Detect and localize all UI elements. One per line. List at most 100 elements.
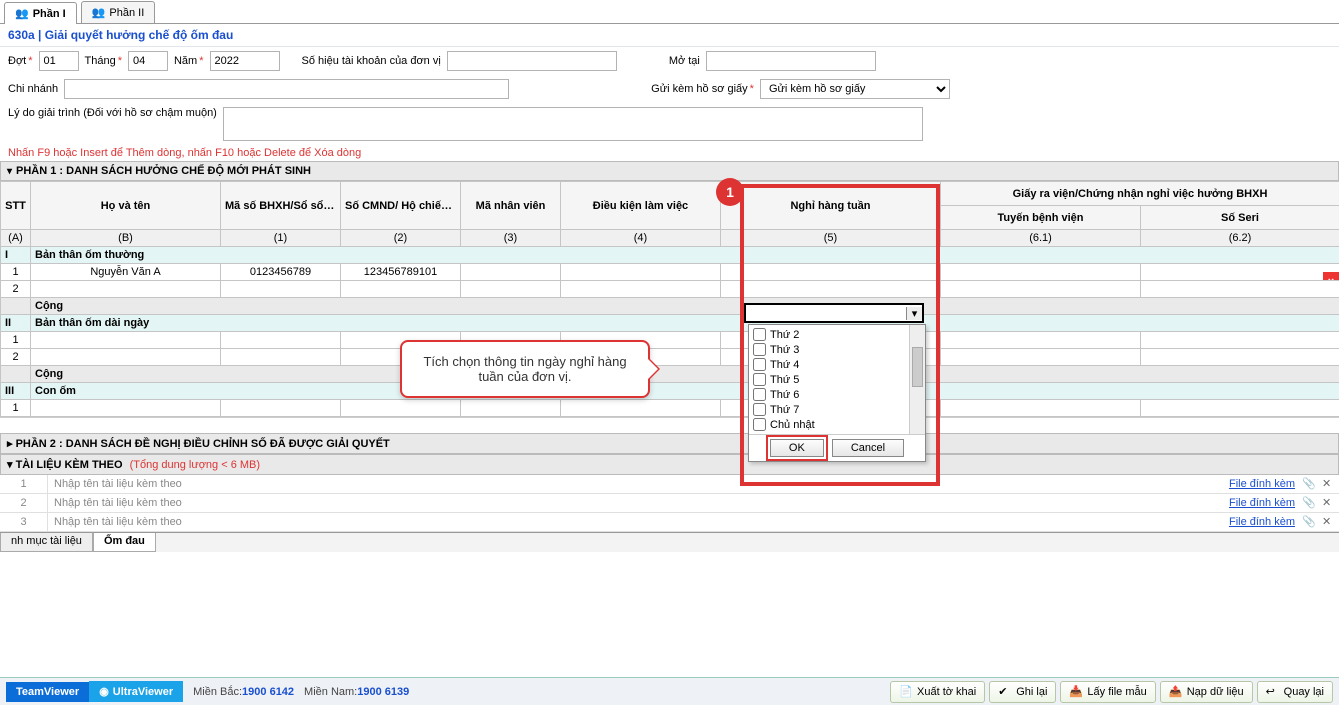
sohieu-input[interactable]	[447, 51, 617, 71]
cell-tuyenbv[interactable]	[941, 264, 1141, 281]
weekday-checkbox[interactable]	[753, 418, 766, 431]
group-2-label: Bản thân ốm dài ngày	[31, 315, 1339, 332]
delete-row-button[interactable]: ×	[1323, 272, 1339, 281]
save-icon: ✔	[998, 685, 1012, 699]
weekday-option[interactable]: Thứ 3	[751, 342, 923, 357]
save-label: Ghi lại	[1016, 686, 1047, 698]
save-button[interactable]: ✔ Ghi lại	[989, 681, 1056, 703]
attachment-row[interactable]: 2 Nhập tên tài liệu kèm theo File đính k…	[0, 494, 1339, 513]
top-tab-bar: 👥 Phần I 👥 Phần II	[0, 0, 1339, 24]
section-1-header[interactable]: PHẦN 1 : DANH SÁCH HƯỞNG CHẾ ĐỘ MỚI PHÁT…	[0, 161, 1339, 181]
chinhanh-input[interactable]	[64, 79, 509, 99]
motai-input[interactable]	[706, 51, 876, 71]
col-dklv[interactable]: Điều kiện làm việc	[561, 182, 721, 230]
weekday-checkbox[interactable]	[753, 358, 766, 371]
dropdown-cancel-button[interactable]: Cancel	[832, 439, 904, 457]
cell-name[interactable]: Nguyễn Văn A	[31, 264, 221, 281]
template-button[interactable]: 📥Lấy file mẫu	[1060, 681, 1155, 703]
weekday-option[interactable]: Chủ nhật	[751, 417, 923, 432]
weekday-checkbox[interactable]	[753, 328, 766, 341]
weekday-option[interactable]: Thứ 2	[751, 327, 923, 342]
code-2: (2)	[341, 230, 461, 247]
lydo-label: Lý do giải trình (Đối với hồ sơ chậm muộ…	[8, 107, 217, 119]
form-row-1: Đợt Tháng Năm Số hiệu tài khoản của đơn …	[0, 47, 1339, 75]
data-row-empty[interactable]: 2	[1, 281, 1339, 298]
bottom-tab-bar: nh mục tài liệu Ốm đau	[0, 532, 1339, 552]
attach-browse-icon[interactable]: 📎	[1302, 515, 1316, 529]
attachment-row[interactable]: 1 Nhập tên tài liệu kèm theo File đính k…	[0, 475, 1339, 494]
data-row-g2-1[interactable]: 1	[1, 332, 1339, 349]
section-3-header[interactable]: ▾ TÀI LIỆU KÈM THEO (Tổng dung lượng < 6…	[0, 454, 1339, 475]
lydo-textarea[interactable]	[223, 107, 923, 141]
cell-dklv[interactable]	[561, 264, 721, 281]
horizontal-scrollbar[interactable]	[0, 417, 1339, 433]
people-icon: 👥	[15, 7, 29, 20]
attach-remove-icon[interactable]: ✕	[1322, 496, 1336, 510]
ultraviewer-button[interactable]: ◉ UltraViewer	[89, 681, 183, 702]
cell-manv[interactable]	[461, 264, 561, 281]
tab-phan-i[interactable]: 👥 Phần I	[4, 2, 77, 24]
attach-file-link[interactable]: File đính kèm	[1225, 516, 1299, 528]
col-cmnd[interactable]: Số CMND/ Hộ chiếu/Thẻ căn cước của NLĐ	[341, 182, 461, 230]
weekday-checkbox[interactable]	[753, 373, 766, 386]
section-2-title: PHẦN 2 : DANH SÁCH ĐỀ NGHỊ ĐIỀU CHỈNH SỐ…	[16, 438, 390, 450]
attach-name-input[interactable]: Nhập tên tài liệu kèm theo	[48, 475, 1225, 493]
data-grid: STT Họ và tên Mã số BHXH/Sổ sổ BHXH Số C…	[0, 181, 1339, 417]
load-button[interactable]: 📤Nạp dữ liệu	[1160, 681, 1253, 703]
section-2-header[interactable]: ▸ PHẦN 2 : DANH SÁCH ĐỀ NGHỊ ĐIỀU CHỈNH …	[0, 433, 1339, 454]
dot-input[interactable]	[39, 51, 79, 71]
back-button[interactable]: ↩Quay lại	[1257, 681, 1333, 703]
tab-phan-ii[interactable]: 👥 Phần II	[81, 1, 156, 23]
attach-browse-icon[interactable]: 📎	[1302, 496, 1316, 510]
dropdown-scrollbar[interactable]	[909, 325, 925, 434]
keyboard-hint: Nhấn F9 hoặc Insert để Thêm dòng, nhấn F…	[0, 145, 1339, 161]
tab-phan-i-label: Phần I	[33, 8, 66, 20]
attach-file-link[interactable]: File đính kèm	[1225, 497, 1299, 509]
attach-idx: 2	[0, 494, 48, 512]
attach-remove-icon[interactable]: ✕	[1322, 477, 1336, 491]
weekday-checkbox[interactable]	[753, 403, 766, 416]
weekday-checkbox[interactable]	[753, 388, 766, 401]
dropdown-arrow-icon[interactable]: ▾	[906, 307, 922, 320]
col-soseri[interactable]: Số Seri	[1141, 206, 1339, 230]
thang-input[interactable]	[128, 51, 168, 71]
teamviewer-button[interactable]: TeamViewer	[6, 682, 89, 702]
attach-remove-icon[interactable]: ✕	[1322, 515, 1336, 529]
weekday-option[interactable]: Thứ 6	[751, 387, 923, 402]
sum-row-1: Cộng	[31, 298, 1339, 315]
section-1-title: PHẦN 1 : DANH SÁCH HƯỞNG CHẾ ĐỘ MỚI PHÁT…	[16, 165, 311, 177]
data-row-1[interactable]: 1 Nguyễn Văn A 0123456789 123456789101 ×	[1, 264, 1339, 281]
weekday-option[interactable]: Thứ 5	[751, 372, 923, 387]
col-bhxh[interactable]: Mã số BHXH/Sổ sổ BHXH	[221, 182, 341, 230]
col-manv[interactable]: Mã nhân viên	[461, 182, 561, 230]
nam-input[interactable]	[210, 51, 280, 71]
weekday-option[interactable]: Thứ 4	[751, 357, 923, 372]
nghituan-dropdown-field[interactable]: ▾	[744, 303, 924, 323]
attach-file-link[interactable]: File đính kèm	[1225, 478, 1299, 490]
attach-name-input[interactable]: Nhập tên tài liệu kèm theo	[48, 513, 1225, 531]
dropdown-ok-button[interactable]: OK	[770, 439, 824, 457]
cell-soseri[interactable]: ×	[1141, 264, 1339, 281]
dot-label: Đợt	[8, 55, 33, 67]
col-giayra-group[interactable]: Giấy ra viện/Chứng nhận nghỉ việc hưởng …	[941, 182, 1339, 206]
col-tuyenbv[interactable]: Tuyến bệnh viện	[941, 206, 1141, 230]
attachment-row[interactable]: 3 Nhập tên tài liệu kèm theo File đính k…	[0, 513, 1339, 532]
cell-cmnd[interactable]: 123456789101	[341, 264, 461, 281]
load-icon: 📤	[1169, 685, 1183, 699]
attach-name-input[interactable]: Nhập tên tài liệu kèm theo	[48, 494, 1225, 512]
col-nghituan[interactable]: Nghỉ hàng tuần	[721, 182, 941, 230]
cell-nghituan[interactable]	[721, 264, 941, 281]
thang-label: Tháng	[85, 55, 122, 67]
export-button[interactable]: 📄Xuất tờ khai	[890, 681, 985, 703]
bottom-tab-danhmuc[interactable]: nh mục tài liệu	[0, 533, 93, 552]
cell-bhxh[interactable]: 0123456789	[221, 264, 341, 281]
bottom-tab-omdau[interactable]: Ốm đau	[93, 533, 156, 552]
col-hoten[interactable]: Họ và tên	[31, 182, 221, 230]
weekday-checkbox[interactable]	[753, 343, 766, 356]
cell-stt[interactable]: 1	[1, 264, 31, 281]
col-stt[interactable]: STT	[1, 182, 31, 230]
attach-browse-icon[interactable]: 📎	[1302, 477, 1316, 491]
weekday-option[interactable]: Thứ 7	[751, 402, 923, 417]
guikem-select[interactable]: Gửi kèm hồ sơ giấy	[760, 79, 950, 99]
data-row-g3-1[interactable]: 1	[1, 400, 1339, 417]
